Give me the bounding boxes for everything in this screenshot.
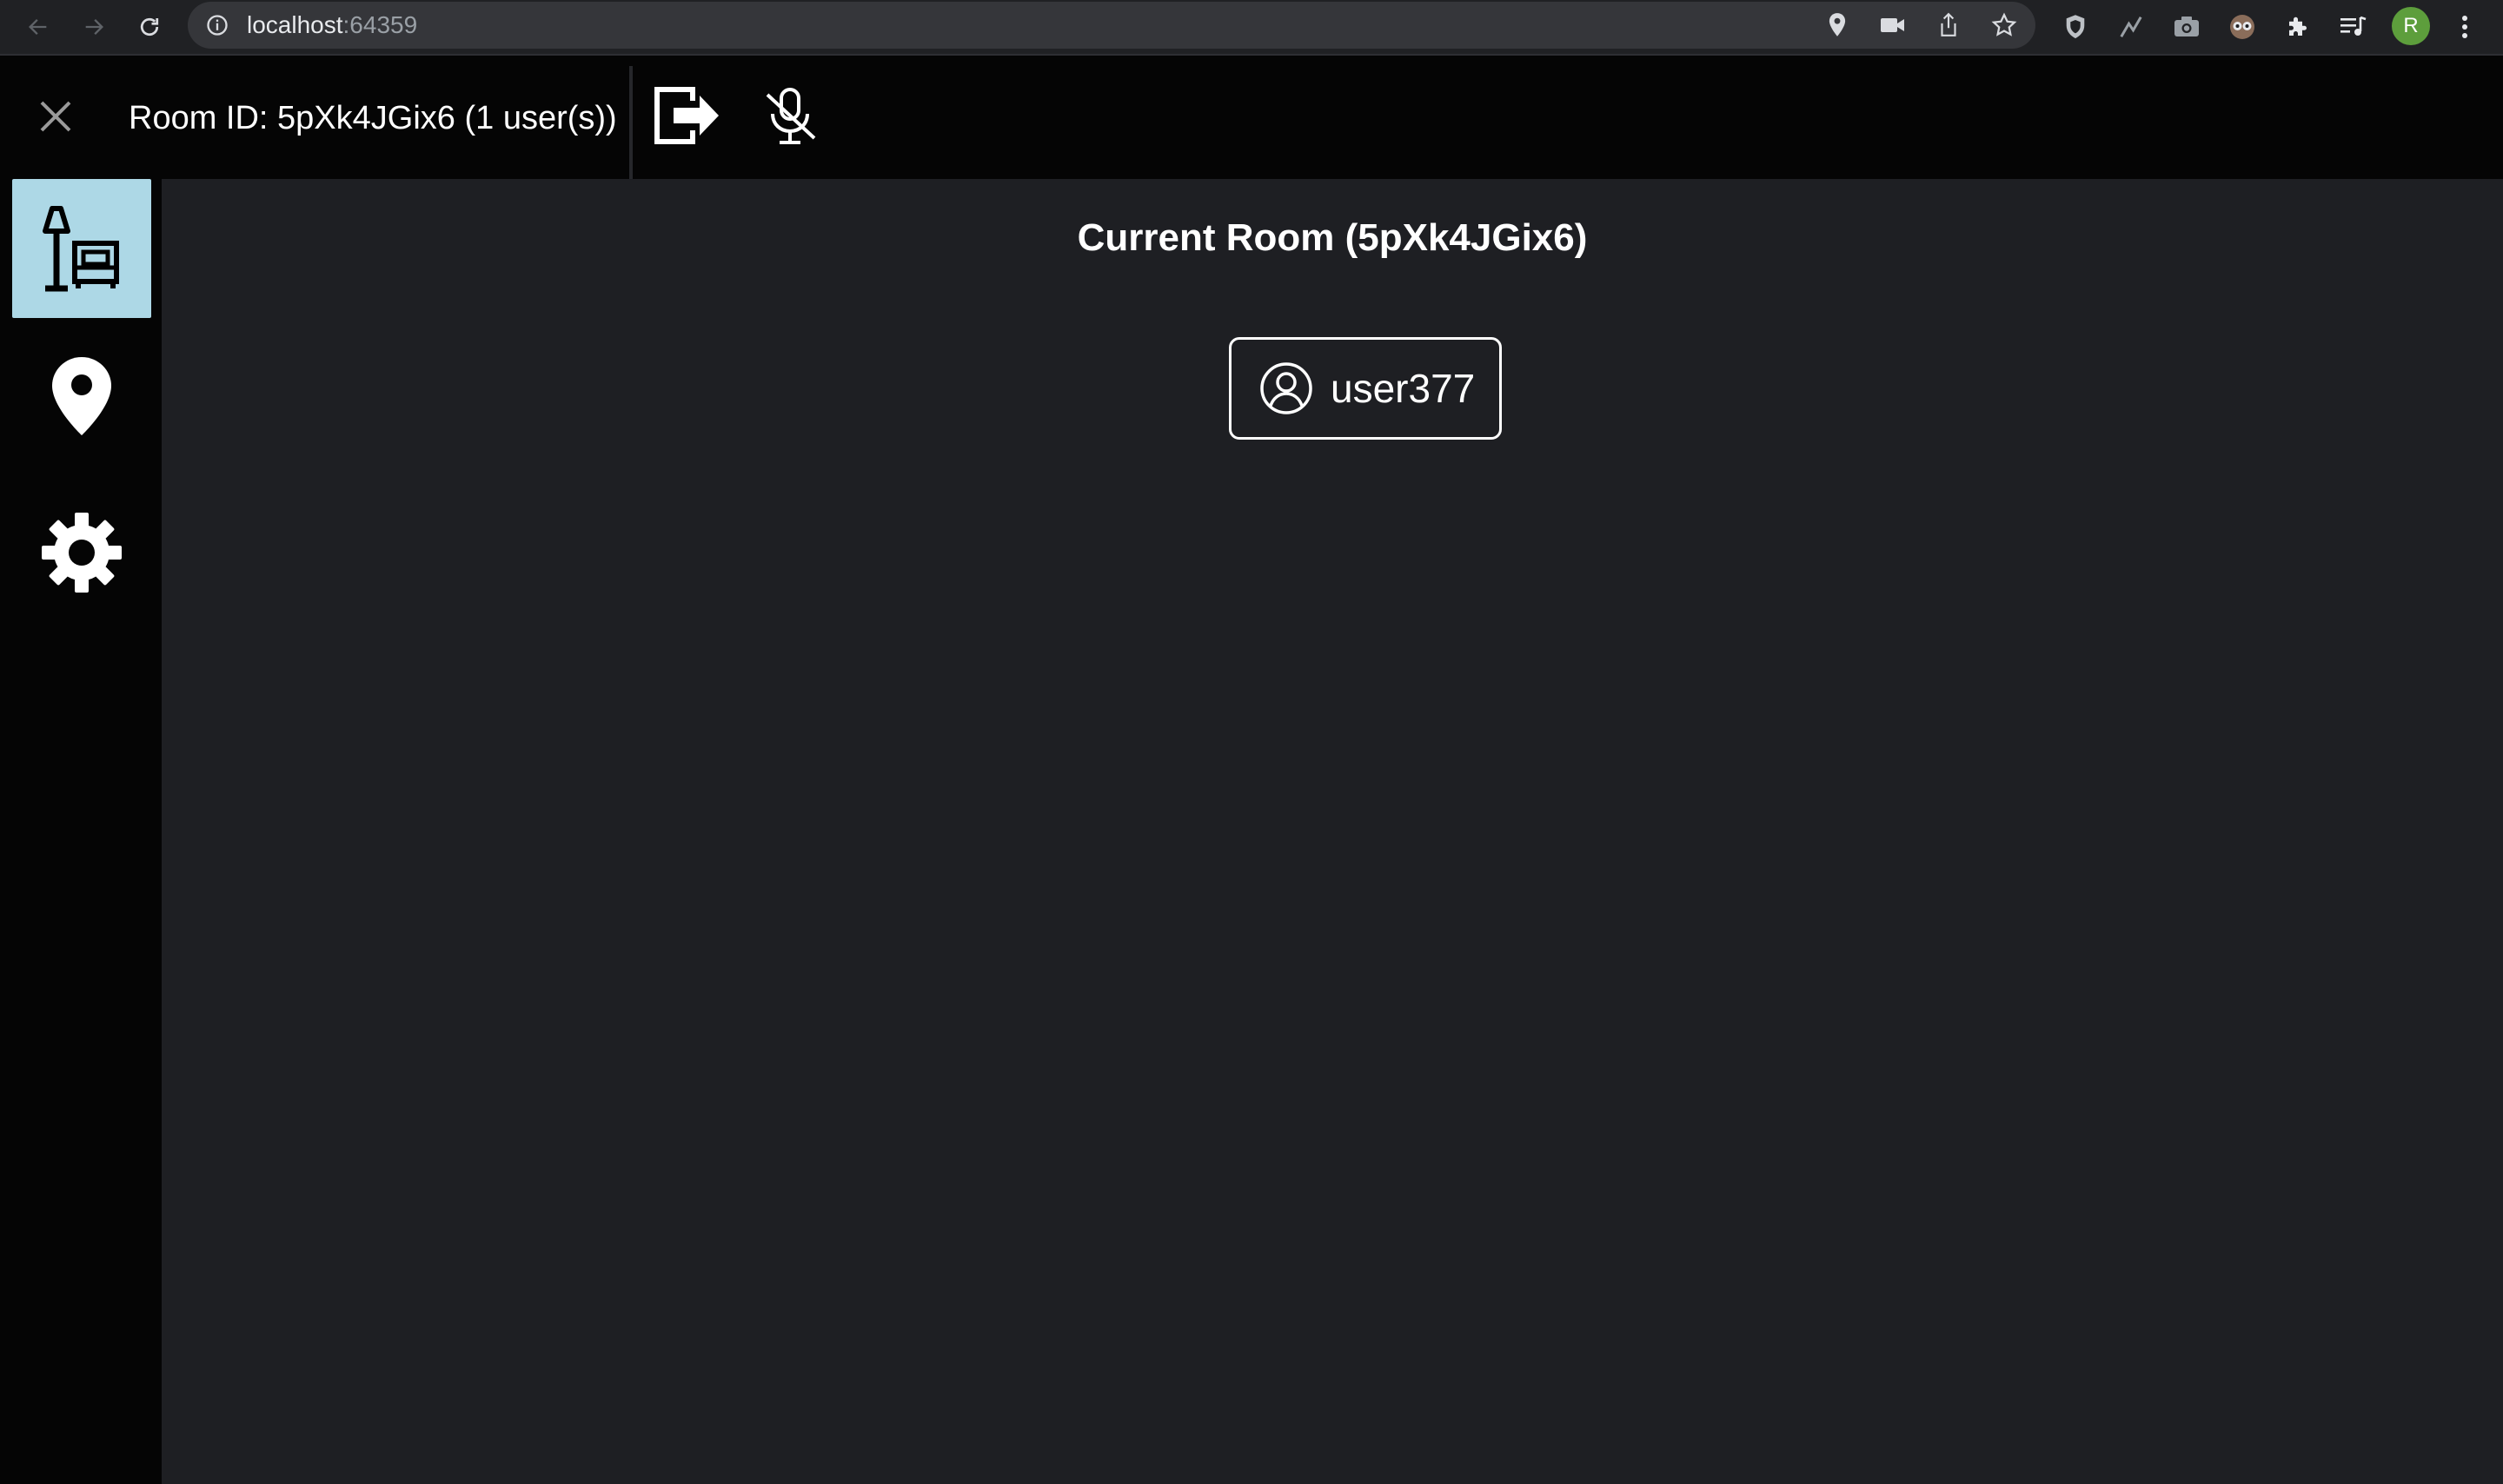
url-host: localhost [247,11,343,38]
sidebar-item-settings[interactable] [12,483,151,622]
url-port: :64359 [342,11,418,38]
app-header: Room ID: 5pXk4JGix6 (1 user(s)) [0,56,2503,179]
forward-button[interactable] [76,10,111,44]
reload-button[interactable] [132,10,167,44]
user-card[interactable]: user377 [1229,337,1502,440]
site-info-icon[interactable] [205,13,229,37]
microphone-off-icon [766,88,816,144]
header-divider [629,66,633,179]
room-id-label: Room ID: 5pXk4JGix6 (1 user(s)) [129,100,617,136]
profile-avatar[interactable]: R [2392,7,2430,45]
close-button[interactable] [30,90,82,142]
extensions-puzzle-icon[interactable] [2281,10,2315,44]
browser-toolbar: localhost:64359 R [0,0,2503,56]
arrow-right-icon [85,19,103,35]
sidebar-item-room[interactable] [12,179,151,318]
share-icon[interactable] [1933,10,1964,41]
camera-permission-icon[interactable] [1877,10,1909,41]
mascot-extension-icon[interactable] [2225,10,2260,44]
profile-initial: R [2403,14,2419,37]
lamp-sofa-icon [43,206,119,292]
page-title: Current Room (5pXk4JGix6) [1077,216,1588,259]
leave-room-icon [654,87,719,144]
url-text[interactable]: localhost:64359 [247,12,417,38]
browser-menu-icon[interactable] [2447,10,2482,44]
back-button[interactable] [21,10,56,44]
shield-extension-icon[interactable] [2058,10,2093,44]
camera-extension-icon[interactable] [2169,10,2204,44]
arrow-left-icon [29,19,47,35]
sidebar [0,179,162,1484]
username-label: user377 [1331,366,1476,411]
gear-icon [42,513,122,593]
location-permission-icon[interactable] [1822,10,1853,41]
bookmark-star-icon[interactable] [1988,10,2020,41]
close-icon [40,101,71,132]
mute-microphone-button[interactable] [754,80,827,153]
sidebar-item-location[interactable] [12,327,151,466]
reload-icon [140,17,159,36]
graph-extension-icon[interactable] [2114,10,2148,44]
leave-room-button[interactable] [650,82,725,149]
map-pin-icon [52,357,111,435]
media-playlist-icon[interactable] [2336,10,2371,44]
address-bar[interactable]: localhost:64359 [188,2,2035,49]
main-content: Current Room (5pXk4JGix6) user377 [162,179,2503,1484]
user-avatar-icon [1260,362,1312,414]
